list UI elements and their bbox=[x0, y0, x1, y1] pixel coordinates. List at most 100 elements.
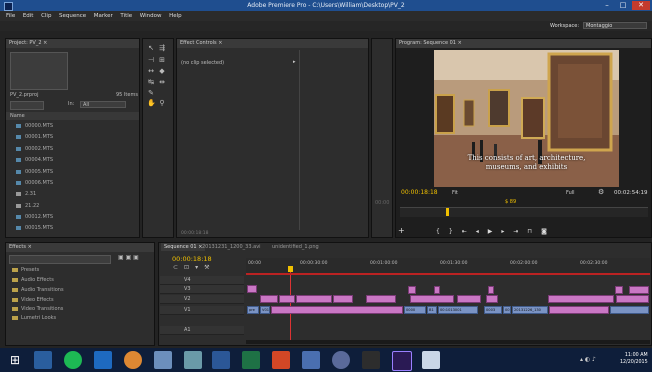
globe-icon[interactable] bbox=[332, 351, 350, 369]
video-clip[interactable] bbox=[488, 286, 494, 294]
video-clip[interactable] bbox=[434, 286, 440, 294]
v1-clip[interactable] bbox=[549, 306, 609, 314]
menu-sequence[interactable]: Sequence bbox=[59, 11, 86, 21]
minimize-button[interactable]: – bbox=[600, 1, 614, 10]
v1-clip[interactable]: 00:00 bbox=[503, 306, 511, 314]
razor-tool-icon[interactable]: ◆ bbox=[158, 67, 166, 75]
excel-icon[interactable] bbox=[242, 351, 260, 369]
file-explorer-icon[interactable] bbox=[34, 351, 52, 369]
rate-stretch-tool-icon[interactable]: ↔ bbox=[147, 67, 155, 75]
clock-date[interactable]: 12/20/2015 bbox=[620, 359, 648, 366]
project-item[interactable]: 00006.MTS bbox=[16, 179, 140, 188]
effects-search-input[interactable] bbox=[9, 255, 111, 264]
effects-folder[interactable]: Video Transitions bbox=[12, 305, 142, 314]
video-clip[interactable] bbox=[616, 295, 649, 303]
effects-folder[interactable]: Audio Transitions bbox=[12, 286, 142, 295]
new-bin-icon[interactable]: ▣ ▣ ▣ bbox=[118, 254, 139, 261]
program-ruler[interactable] bbox=[400, 207, 648, 217]
video-clip[interactable] bbox=[366, 295, 396, 303]
video-clip[interactable] bbox=[548, 295, 614, 303]
project-item[interactable]: 00005.MTS bbox=[16, 168, 140, 177]
snap-icon[interactable]: ⊂ bbox=[173, 264, 184, 271]
linked-selection-icon[interactable]: ⊡ bbox=[184, 264, 195, 271]
wrench-icon[interactable]: ⚙ bbox=[598, 188, 604, 196]
video-clip[interactable] bbox=[486, 295, 498, 303]
name-column-header[interactable]: Name bbox=[6, 112, 139, 120]
media-icon[interactable] bbox=[362, 351, 380, 369]
program-tab[interactable]: Program: Sequence 01 × bbox=[396, 39, 651, 48]
premiere-icon[interactable] bbox=[392, 351, 412, 371]
menu-marker[interactable]: Marker bbox=[94, 11, 113, 21]
project-item[interactable]: 2.31 bbox=[16, 190, 140, 199]
rolling-edit-tool-icon[interactable]: ⊞ bbox=[158, 56, 166, 64]
project-item[interactable]: 00000.MTS bbox=[16, 122, 140, 131]
word-icon[interactable] bbox=[212, 351, 230, 369]
project-item[interactable]: 00002.MTS bbox=[16, 145, 140, 154]
menu-file[interactable]: File bbox=[6, 11, 15, 21]
track-select-tool-icon[interactable]: ⇶ bbox=[158, 44, 166, 52]
video-clip[interactable] bbox=[260, 295, 278, 303]
video-clip[interactable] bbox=[410, 295, 454, 303]
menu-help[interactable]: Help bbox=[169, 11, 182, 21]
search-input[interactable] bbox=[10, 101, 44, 110]
workspace-select[interactable]: Montaggio bbox=[583, 22, 647, 29]
go-to-in-icon[interactable]: ⇤ bbox=[462, 228, 476, 235]
video-clip[interactable] bbox=[279, 295, 295, 303]
step-back-icon[interactable]: ◂ bbox=[476, 228, 488, 235]
v1-clip[interactable]: pre bbox=[247, 306, 259, 314]
timeline-tab-avi[interactable]: 20131231_1200_33.avi bbox=[202, 243, 261, 251]
track-head-v2[interactable]: V2 bbox=[160, 295, 244, 304]
v1-clip[interactable]: B1 bbox=[427, 306, 437, 314]
menu-edit[interactable]: Edit bbox=[23, 11, 34, 21]
play-only-icon[interactable]: ▸ bbox=[293, 59, 296, 65]
effects-folder[interactable]: Video Effects bbox=[12, 296, 142, 305]
v1-clip[interactable]: 00:1013001 bbox=[438, 306, 478, 314]
project-item[interactable]: 00012.MTS bbox=[16, 213, 140, 222]
slip-tool-icon[interactable]: ↹ bbox=[147, 78, 155, 86]
program-timecode[interactable]: 00:00:18:18 bbox=[401, 189, 438, 196]
go-to-out-icon[interactable]: ⇥ bbox=[513, 228, 527, 235]
mark-out-icon[interactable]: } bbox=[449, 228, 462, 235]
program-playhead[interactable] bbox=[446, 208, 449, 216]
v1-clip[interactable] bbox=[610, 306, 649, 314]
menu-window[interactable]: Window bbox=[140, 11, 162, 21]
play-icon[interactable]: ▶ bbox=[488, 228, 502, 235]
windows-start-icon[interactable]: ⊞ bbox=[10, 353, 20, 367]
slide-tool-icon[interactable]: ⇹ bbox=[158, 78, 166, 86]
video-clip[interactable] bbox=[247, 285, 257, 293]
hand-tool-icon[interactable]: ✋ bbox=[147, 99, 156, 107]
track-head-v4[interactable]: V4 bbox=[160, 276, 244, 285]
export-frame-icon[interactable]: ◙ bbox=[541, 228, 556, 235]
step-forward-icon[interactable]: ▸ bbox=[501, 228, 513, 235]
video-clip[interactable] bbox=[408, 286, 416, 294]
video-clip[interactable] bbox=[615, 286, 623, 294]
video-clip[interactable] bbox=[629, 286, 649, 294]
selection-tool-icon[interactable]: ↖ bbox=[147, 44, 155, 52]
effects-folder[interactable]: Lumetri Looks bbox=[12, 314, 142, 323]
add-marker-icon[interactable]: ▾ bbox=[195, 264, 204, 271]
v1-clip[interactable]: 20131226_130 bbox=[512, 306, 548, 314]
folder-window-icon[interactable] bbox=[422, 351, 440, 369]
project-tab[interactable]: Project: PV_2 × bbox=[6, 39, 139, 48]
mark-in-icon[interactable]: { bbox=[436, 228, 449, 235]
video-clip[interactable] bbox=[333, 295, 353, 303]
full-select[interactable]: Full bbox=[566, 190, 575, 196]
v1-clip[interactable]: 0003 bbox=[484, 306, 502, 314]
effects-folder[interactable]: Presets bbox=[12, 266, 142, 275]
spotify-icon[interactable] bbox=[64, 351, 82, 369]
timeline-scrollbar[interactable] bbox=[246, 340, 650, 344]
in-select[interactable]: All bbox=[80, 101, 126, 108]
settings-wrench-icon[interactable]: ⚒ bbox=[204, 264, 215, 271]
effect-controls-tab[interactable]: Effect Controls × bbox=[177, 39, 368, 48]
effects-folder[interactable]: Audio Effects bbox=[12, 276, 142, 285]
project-item[interactable]: 00015.MTS bbox=[16, 224, 140, 233]
project-item[interactable]: 21.22 bbox=[16, 202, 140, 211]
video-clip[interactable] bbox=[457, 295, 481, 303]
v1-clip[interactable]: V01 bbox=[260, 306, 270, 314]
track-head-a1[interactable]: A1 bbox=[160, 326, 244, 335]
clock-time[interactable]: 11:00 AM bbox=[620, 352, 648, 359]
calculator-icon[interactable] bbox=[184, 351, 202, 369]
project-item[interactable]: 00001.MTS bbox=[16, 133, 140, 142]
menu-clip[interactable]: Clip bbox=[41, 11, 51, 21]
app-icon[interactable] bbox=[154, 351, 172, 369]
